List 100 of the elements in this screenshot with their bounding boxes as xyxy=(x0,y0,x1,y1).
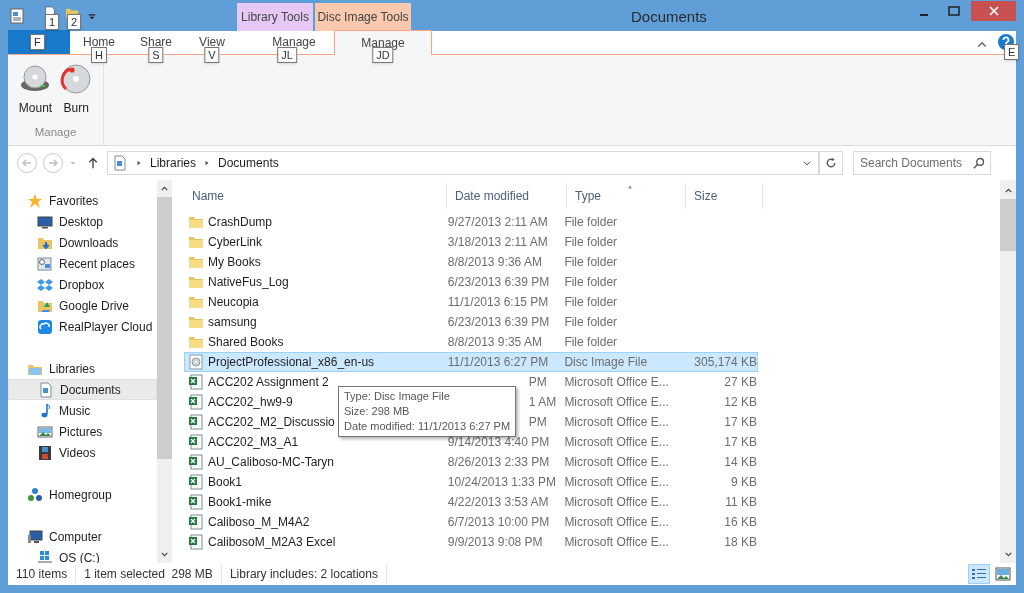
nav-item-label: Music xyxy=(59,402,91,420)
drive-icon xyxy=(37,549,53,563)
scroll-up-icon xyxy=(160,184,169,193)
scrollbar[interactable] xyxy=(157,180,172,563)
forward-arrow-icon xyxy=(47,157,59,169)
keytip: 1 xyxy=(45,14,60,30)
dropbox-icon xyxy=(37,276,53,293)
minimize-icon xyxy=(920,13,928,16)
keytip: H xyxy=(91,47,107,63)
nav-item-label: Google Drive xyxy=(59,297,130,315)
type-cell-text: Microsoft Office E... xyxy=(563,514,670,531)
document-icon xyxy=(38,381,54,398)
date-cell-text: 3/18/2013 2:11 AM xyxy=(447,234,548,251)
file-tab[interactable]: F xyxy=(8,30,70,54)
details-view-button[interactable] xyxy=(968,564,990,584)
file-name[interactable]: ACC202_M3_A1 xyxy=(208,433,299,451)
nav-item[interactable]: Videos xyxy=(8,442,157,463)
nav-item[interactable]: Google Drive xyxy=(8,295,157,316)
nav-item[interactable]: Pictures xyxy=(8,421,157,442)
burning-disc-icon xyxy=(60,63,93,95)
file-name[interactable]: Book1-mike xyxy=(208,493,272,511)
nav-item[interactable]: Downloads xyxy=(8,232,157,253)
nav-item-label: Videos xyxy=(59,444,96,462)
folder-icon xyxy=(188,234,204,250)
refresh-button[interactable] xyxy=(819,151,843,175)
file-name[interactable]: Caliboso_M_M4A2 xyxy=(208,513,310,531)
nav-item[interactable]: Computer xyxy=(8,526,157,547)
keytip: JL xyxy=(277,47,297,63)
nav-item[interactable]: RealPlayer Cloud xyxy=(8,316,157,337)
status-text: Library includes: 2 locations xyxy=(221,565,387,583)
size-cell-text: 27 KB xyxy=(723,374,757,391)
file-row[interactable]: ProjectProfessional_x86_en-us 11/1/2013 6:27 PM Disc Image File 305,174 KB xyxy=(184,352,758,372)
file-name[interactable]: ACC202_hw9-9 xyxy=(208,393,293,411)
column-header[interactable]: Type xyxy=(567,183,686,209)
nav-item[interactable]: Libraries xyxy=(8,358,157,379)
file-name[interactable]: AU_Caliboso-MC-Taryn xyxy=(208,453,335,471)
close-icon xyxy=(988,5,999,16)
up-arrow-icon xyxy=(87,156,99,170)
file-name[interactable]: samsung xyxy=(208,313,257,331)
type-cell-text: File folder xyxy=(563,294,619,311)
type-cell-text: Microsoft Office E... xyxy=(563,374,670,391)
file-name[interactable]: NativeFus_Log xyxy=(208,273,289,291)
file-name[interactable]: CyberLink xyxy=(208,233,263,251)
date-cell-text: 8/8/2013 9:36 AM xyxy=(447,254,542,271)
nav-item[interactable]: Documents xyxy=(8,379,157,400)
file-name[interactable]: Neucopia xyxy=(208,293,259,311)
file-name[interactable]: ACC202_M2_Discussio xyxy=(208,413,335,431)
file-name[interactable]: CrashDump xyxy=(208,213,273,231)
address-bar[interactable]: Libraries Documents xyxy=(107,151,819,175)
ribbon-button[interactable]: Mount xyxy=(17,63,54,117)
breadcrumb-item[interactable]: Documents xyxy=(218,154,279,172)
keytip: JD xyxy=(372,47,394,63)
spreadsheet-icon xyxy=(188,414,204,430)
nav-item-label: Favorites xyxy=(49,192,99,210)
spreadsheet-icon xyxy=(188,454,204,470)
file-name[interactable]: ProjectProfessional_x86_en-us xyxy=(208,353,375,371)
file-name[interactable]: Shared Books xyxy=(208,333,284,351)
recent-locations-caret-icon xyxy=(69,159,77,167)
nav-item[interactable]: Homegroup xyxy=(8,484,157,505)
back-arrow-icon xyxy=(21,157,33,169)
breadcrumb-chevron-icon xyxy=(204,159,211,167)
size-cell-text: 11 KB xyxy=(724,494,757,511)
size-cell-text: 17 KB xyxy=(723,434,757,451)
scrollbar[interactable] xyxy=(1000,180,1016,563)
date-cell-text: 4/22/2013 3:53 AM xyxy=(447,494,549,511)
picture-icon xyxy=(995,567,1011,581)
column-header[interactable]: Size xyxy=(686,183,763,209)
keytip: F xyxy=(30,34,45,50)
size-cell-text: 17 KB xyxy=(723,414,757,431)
breadcrumb-item[interactable]: Libraries xyxy=(150,154,197,172)
file-name[interactable]: Book1 xyxy=(208,473,243,491)
search-field[interactable]: Search Documents xyxy=(853,151,991,175)
window-title: Documents xyxy=(631,7,707,27)
contextual-tab-group: Disc Image Tools xyxy=(315,3,411,31)
file-name[interactable]: CalibosoM_M2A3 Excel xyxy=(208,533,336,551)
monitor-icon xyxy=(37,213,53,230)
ribbon-group-label: Manage xyxy=(34,124,77,140)
nav-item-label: Desktop xyxy=(59,213,104,231)
recent-places-icon xyxy=(37,255,53,272)
spreadsheet-icon xyxy=(188,514,204,530)
scroll-down-icon xyxy=(1003,550,1013,559)
folder-icon xyxy=(188,334,204,350)
column-header[interactable]: Date modified xyxy=(447,183,567,209)
type-cell-text: File folder xyxy=(563,234,619,251)
close-button[interactable] xyxy=(971,0,1016,21)
ribbon-button[interactable]: Burn xyxy=(59,63,94,117)
thumbnails-view-button[interactable] xyxy=(992,564,1014,584)
nav-item[interactable]: Recent places xyxy=(8,253,157,274)
nav-item[interactable]: Music xyxy=(8,400,157,421)
nav-item[interactable]: Dropbox xyxy=(8,274,157,295)
file-name[interactable]: ACC202 Assignment 2 xyxy=(208,373,329,391)
scrollbar-thumb[interactable] xyxy=(157,197,172,459)
contextual-tab-group: Library Tools xyxy=(237,3,313,31)
folder-icon xyxy=(188,254,204,270)
column-header[interactable]: Name xyxy=(184,183,447,209)
folder-icon xyxy=(188,214,204,230)
scrollbar-thumb[interactable] xyxy=(1000,199,1016,251)
file-name[interactable]: My Books xyxy=(208,253,261,271)
nav-item[interactable]: Favorites xyxy=(8,190,157,211)
nav-item[interactable]: Desktop xyxy=(8,211,157,232)
